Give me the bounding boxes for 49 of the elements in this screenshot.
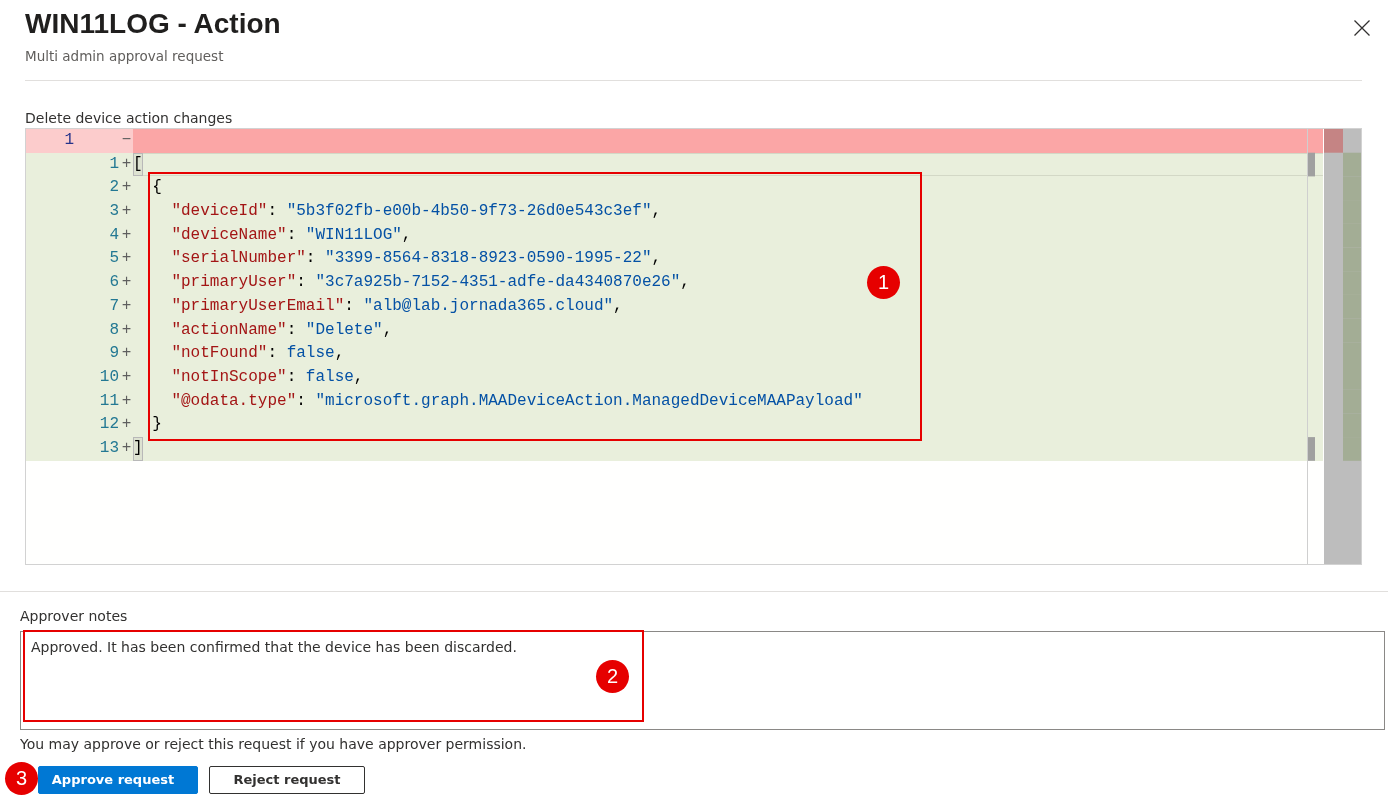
code-line: "primaryUser": "3c7a925b-7152-4351-adfe-da4340870e26",	[170, 272, 690, 294]
line-number: 10	[99, 367, 119, 386]
code-line: "primaryUserEmail": "alb@lab.jornada365.cloud",	[170, 295, 623, 317]
diff-marker: +	[121, 367, 132, 386]
section-label: Delete device action changes	[25, 109, 233, 128]
diff-marker: +	[121, 391, 132, 410]
callout-number: 3	[5, 762, 38, 795]
line-number: 13	[99, 438, 119, 457]
diff-marker: +	[121, 415, 132, 434]
approve-button[interactable]: Approve request	[38, 766, 198, 794]
dialog-title: WIN11LOG - Action	[25, 7, 281, 41]
diff-marker: +	[121, 320, 132, 339]
code-line: "@odata.type": "microsoft.graph.MAADeviceAction.ManagedDeviceMAAPayload"	[170, 390, 863, 412]
dialog-subtitle: Multi admin approval request	[25, 47, 224, 66]
line-number: 9	[109, 344, 119, 363]
line-number: 3	[109, 202, 119, 221]
code-line: {	[151, 177, 162, 199]
line-number: 2	[109, 178, 119, 197]
diff-marker: +	[121, 273, 132, 292]
code-line: }	[151, 414, 162, 436]
close-icon	[1354, 20, 1370, 36]
diff-marker: −	[121, 131, 132, 149]
field-label: Approver notes	[20, 607, 128, 626]
diff-marker: +	[121, 249, 132, 268]
code-line: "serialNumber": "3399-8564-8318-8923-0590-1995-22",	[170, 248, 662, 270]
diff-marker: +	[121, 178, 132, 197]
code-line: "actionName": "Delete",	[170, 319, 393, 341]
diff-marker: +	[121, 154, 132, 173]
line-number: 6	[109, 273, 119, 292]
line-number: 1	[109, 154, 119, 173]
line-number: 8	[109, 320, 119, 339]
line-number: 1	[64, 131, 74, 149]
line-number: 4	[109, 225, 119, 244]
code-line: "notFound": false,	[170, 343, 345, 365]
diff-marker: +	[121, 202, 132, 221]
close-button[interactable]	[1354, 20, 1370, 36]
code-line: "deviceId": "5b3f02fb-e00b-4b50-9f73-26d0e543c3ef",	[170, 201, 662, 223]
reject-button[interactable]: Reject request	[209, 766, 365, 794]
code-line: "notInScope": false,	[170, 366, 364, 388]
code-line: "deviceName": "WIN11LOG",	[170, 224, 412, 246]
line-number: 12	[99, 415, 119, 434]
hint-text: You may approve or reject this request if you have approver permission.	[20, 735, 527, 754]
diff-marker: +	[121, 296, 132, 315]
line-number: 5	[109, 249, 119, 268]
line-number: 7	[109, 296, 119, 315]
diff-marker: +	[121, 438, 132, 457]
diff-marker: +	[121, 225, 132, 244]
diff-marker: +	[121, 344, 132, 363]
line-number: 11	[99, 391, 119, 410]
